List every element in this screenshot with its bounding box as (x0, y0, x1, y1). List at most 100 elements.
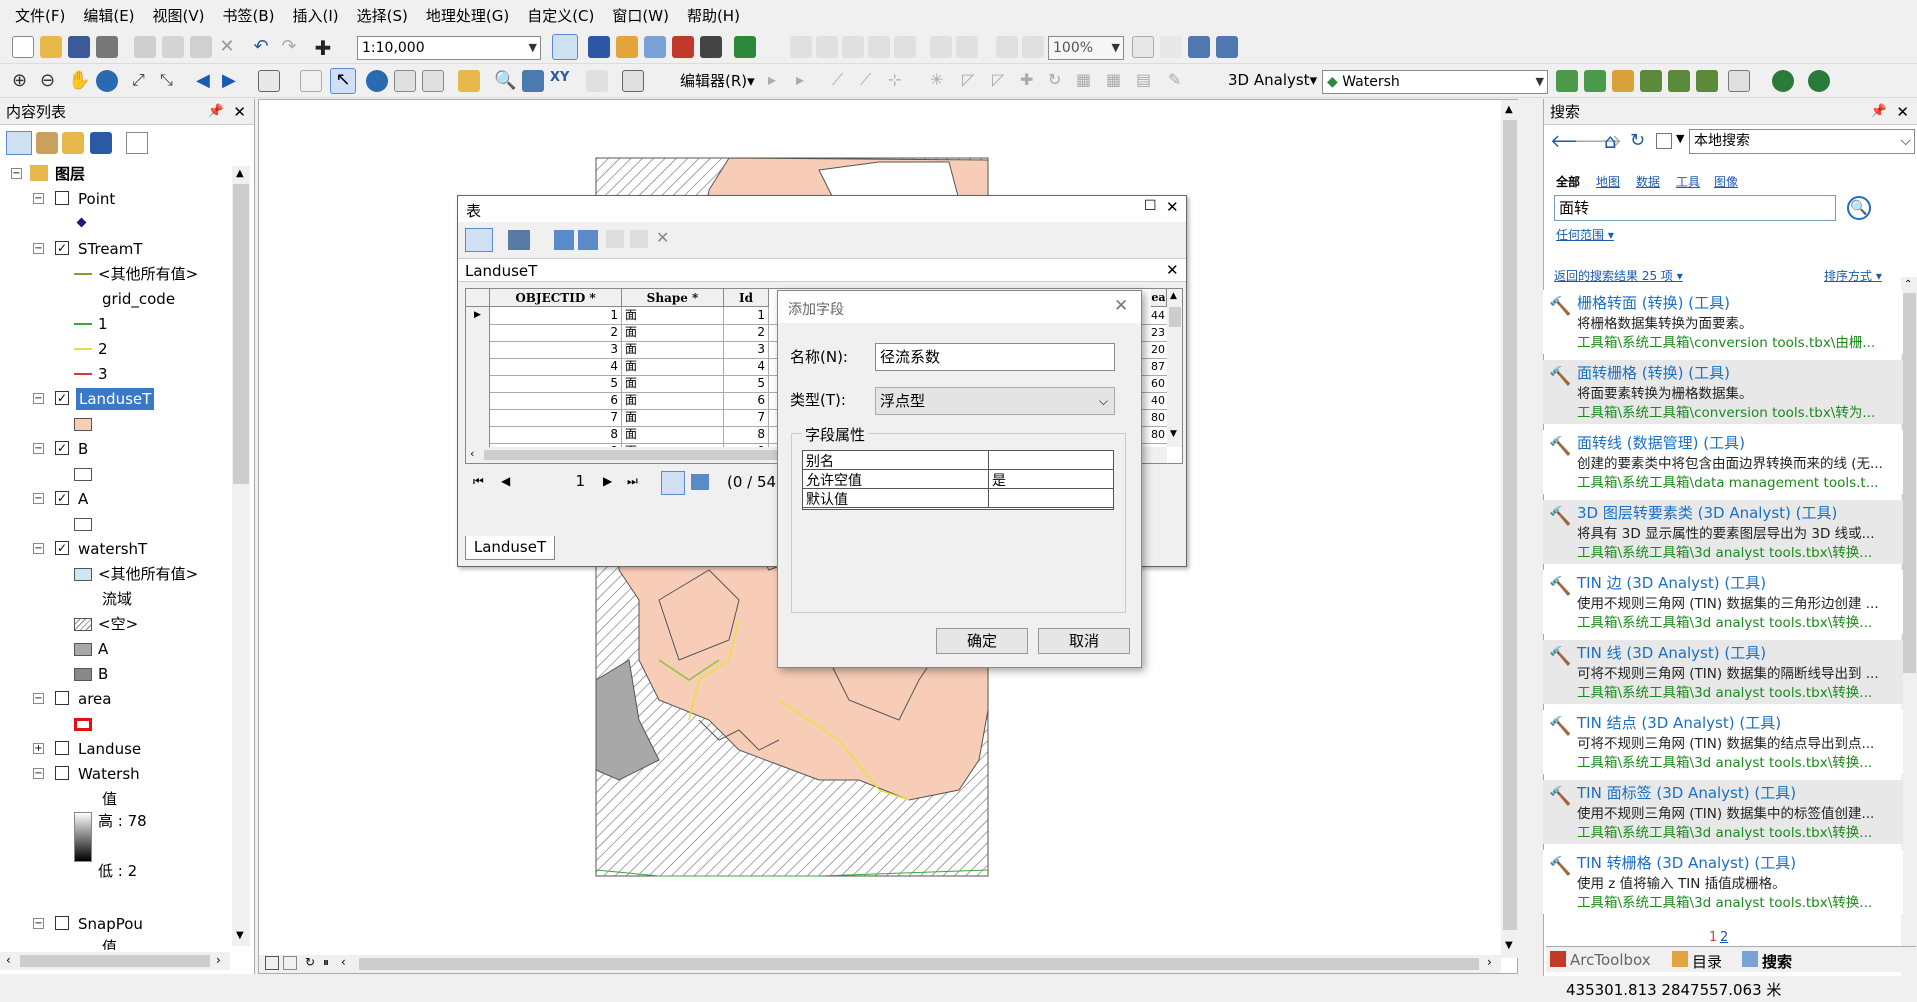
cell-partial[interactable]: 44 (1151, 307, 1167, 324)
result-path[interactable]: 工具箱\系统工具箱\conversion tools.tbx\由栅... (1577, 331, 1897, 351)
search-result-item[interactable]: 🔨 面转线 (数据管理) (工具) 创建的要素类中将包含由面边界转换而来的线 (无.… (1543, 430, 1903, 494)
select-by-attributes-icon[interactable] (554, 230, 574, 250)
collapse-icon[interactable]: − (33, 493, 44, 504)
column-header-id[interactable]: Id (724, 289, 769, 307)
model-builder-icon[interactable] (734, 36, 756, 58)
search-result-item[interactable]: 🔨 TIN 转栅格 (3D Analyst) (工具) 使用 z 值将输入 TIN … (1543, 850, 1903, 914)
page-1[interactable]: 1 (1709, 930, 1717, 945)
result-title[interactable]: 栅格转面 (转换) (工具) (1577, 292, 1730, 313)
column-header-partial[interactable]: ea (1151, 289, 1167, 307)
collapse-icon[interactable]: − (33, 768, 44, 779)
search-result-item[interactable]: 🔨 栅格转面 (转换) (工具) 将栅格数据集转换为面要素。 工具箱\系统工具箱\co… (1543, 290, 1903, 354)
any-extent-link[interactable]: 任何范围 ▾ (1556, 226, 1614, 243)
cell-id[interactable]: 1 (724, 307, 769, 324)
edit-annotation-icon[interactable]: ▸ (796, 70, 818, 92)
forward-extent-icon[interactable] (1022, 36, 1044, 58)
menu-insert[interactable]: 插入(I) (284, 5, 348, 26)
hyperlink-icon[interactable] (422, 70, 444, 92)
undo-icon[interactable]: ↶ (250, 36, 272, 58)
search-options-icon[interactable] (1656, 133, 1672, 149)
scroll-thumb[interactable] (20, 955, 210, 967)
menu-windows[interactable]: 窗口(W) (603, 5, 678, 26)
zoom-percent-combo[interactable]: 100% ▼ (1048, 36, 1124, 60)
edit-tool-icon[interactable]: ▸ (768, 70, 790, 92)
back-extent-icon[interactable] (996, 36, 1018, 58)
cancel-button[interactable]: 取消 (1038, 628, 1130, 654)
search-window-icon[interactable] (644, 36, 666, 58)
catalog-icon[interactable] (616, 36, 638, 58)
row-selector[interactable] (466, 324, 490, 341)
row-selector[interactable] (466, 426, 490, 443)
trace-icon[interactable]: ⟋ (860, 70, 882, 92)
filter-maps[interactable]: 地图 (1596, 173, 1620, 190)
scroll-thumb[interactable] (1503, 120, 1517, 930)
layout-pan-icon[interactable] (842, 36, 864, 58)
pause-icon[interactable]: ⏸ (323, 955, 329, 970)
home-icon[interactable]: ⌂ (1604, 129, 1617, 153)
collapse-icon[interactable]: − (33, 693, 44, 704)
scroll-up-icon[interactable]: ▲ (1170, 291, 1177, 301)
zoom-in-icon[interactable]: ⊕ (12, 70, 34, 92)
create-features-icon[interactable]: ▤ (1136, 70, 1158, 92)
cell-objectid[interactable]: 4 (490, 358, 622, 375)
scroll-right-icon[interactable]: › (216, 953, 221, 967)
scroll-right-icon[interactable]: › (1487, 955, 1492, 969)
chevron-down-icon[interactable]: ▼ (1676, 132, 1684, 145)
back-arrow-icon[interactable]: ◀ (196, 70, 218, 92)
related-tables-icon[interactable] (508, 230, 530, 250)
profile-graph-icon[interactable] (1728, 70, 1750, 92)
cell-partial[interactable]: 23 (1151, 324, 1167, 341)
result-path[interactable]: 工具箱\系统工具箱\data management tools.t... (1577, 471, 1897, 491)
result-title[interactable]: TIN 面标签 (3D Analyst) (工具) (1577, 782, 1796, 803)
sketch-properties-icon[interactable]: ▦ (1106, 70, 1128, 92)
layer-watersh[interactable]: Watersh (78, 763, 140, 785)
toc-options-icon[interactable] (126, 132, 148, 154)
cell-id[interactable]: 3 (724, 341, 769, 358)
table-tab[interactable]: LanduseT (465, 536, 555, 560)
search-vertical-scrollbar[interactable]: ⌃ ⌄ (1901, 277, 1917, 1002)
layer-watersht[interactable]: watershT (78, 538, 147, 560)
collapse-icon[interactable]: − (33, 193, 44, 204)
scroll-down-icon[interactable]: ▼ (236, 930, 244, 941)
arcglobe-icon[interactable] (1808, 70, 1830, 92)
result-path[interactable]: 工具箱\系统工具箱\3d analyst tools.tbx\转换... (1577, 541, 1897, 561)
layer-visibility-checkbox[interactable]: ✓ (55, 541, 69, 555)
fixed-zoom-out-icon[interactable]: ⤡ (160, 70, 182, 92)
layout-zoom-in-icon[interactable] (790, 36, 812, 58)
menu-edit[interactable]: 编辑(E) (74, 5, 143, 26)
close-icon[interactable]: ✕ (233, 99, 246, 125)
create-viewer-icon[interactable] (622, 70, 644, 92)
collapse-icon[interactable]: − (33, 393, 44, 404)
layer-combo[interactable]: ◆ Watersh ▼ (1322, 70, 1548, 94)
interpolate-polygon-icon[interactable] (1696, 70, 1718, 92)
cell-shape[interactable]: 面 (622, 392, 724, 409)
pan-icon[interactable]: ✋ (68, 70, 90, 92)
cut-icon[interactable] (134, 36, 156, 58)
select-elements-icon[interactable]: ↖ (330, 68, 356, 94)
menu-view[interactable]: 视图(V) (144, 5, 214, 26)
last-record-icon[interactable]: ⏭ (627, 474, 638, 489)
layer-visibility-checkbox[interactable] (55, 741, 69, 755)
split-line-icon[interactable]: ✚ (1020, 70, 1042, 92)
tab-catalog[interactable]: 目录 (1692, 951, 1722, 972)
search-result-item[interactable]: 🔨 TIN 结点 (3D Analyst) (工具) 可将不规则三角网 (TIN) … (1543, 710, 1903, 774)
menu-customize[interactable]: 自定义(C) (518, 5, 603, 26)
list-by-drawing-order-icon[interactable] (6, 131, 32, 155)
interpolate-line-icon[interactable] (1668, 70, 1690, 92)
menu-help[interactable]: 帮助(H) (678, 5, 749, 26)
scroll-up-icon[interactable]: ⌃ (1904, 279, 1912, 290)
cell-shape[interactable]: 面 (622, 341, 724, 358)
list-by-selection-icon[interactable] (90, 132, 112, 154)
field-name-input[interactable]: 径流系数 (875, 343, 1115, 371)
prop-value-default[interactable] (989, 489, 1113, 508)
forward-arrow-icon[interactable]: ▶ (222, 70, 244, 92)
toc-vertical-scrollbar[interactable]: ▲ ▼ (232, 166, 250, 946)
find-route-icon[interactable] (522, 70, 544, 92)
scroll-up-icon[interactable]: ▲ (236, 168, 244, 179)
line-of-sight-icon[interactable] (1612, 70, 1634, 92)
result-path[interactable]: 工具箱\系统工具箱\3d analyst tools.tbx\转换... (1577, 891, 1897, 911)
layer-visibility-checkbox[interactable]: ✓ (55, 441, 69, 455)
result-path[interactable]: 工具箱\系统工具箱\3d analyst tools.tbx\转换... (1577, 751, 1897, 771)
editor-menu[interactable]: 编辑器(R)▾ (680, 70, 755, 91)
change-layout-icon[interactable] (1188, 36, 1210, 58)
